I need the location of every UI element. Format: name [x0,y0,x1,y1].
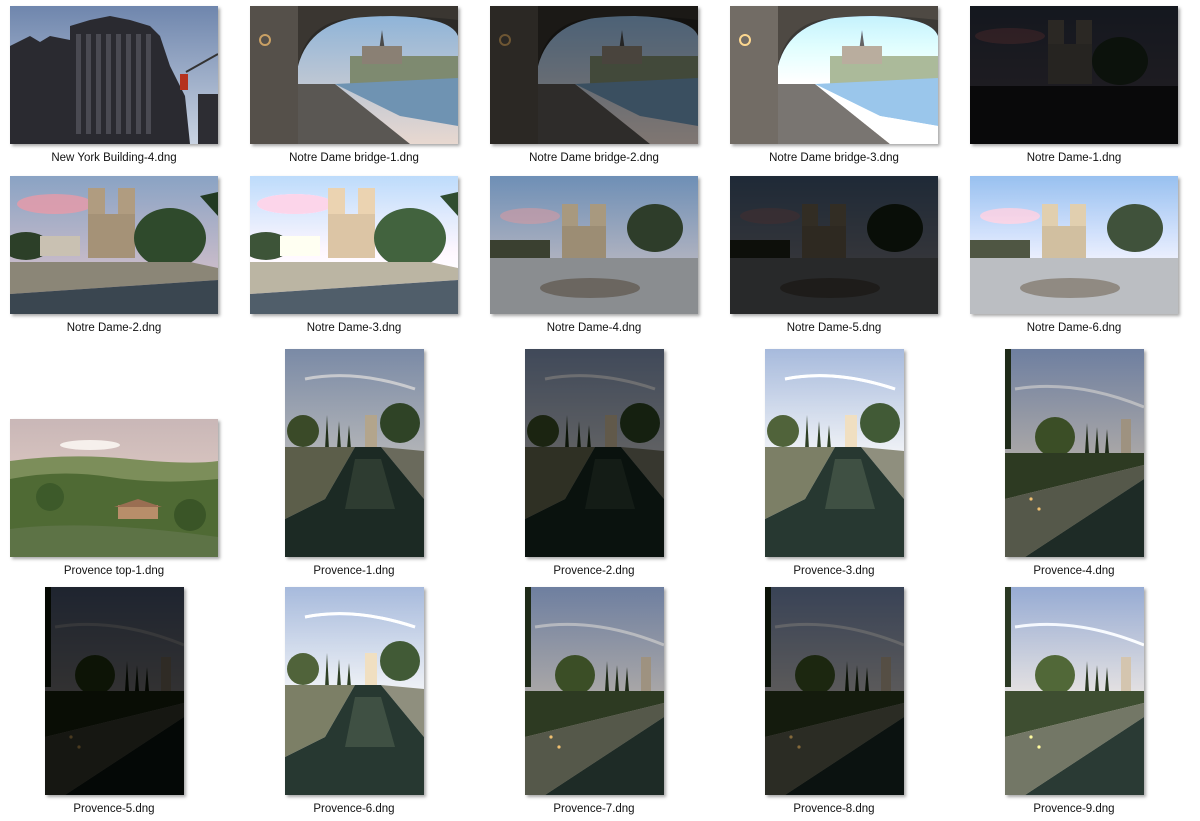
file-thumbnail[interactable] [285,349,424,557]
file-name-label: Notre Dame-2.dng [66,322,162,334]
file-thumbnail[interactable] [525,587,664,795]
file-name-label: Provence-7.dng [553,803,635,815]
file-name-label: Notre Dame-4.dng [546,322,642,334]
file-thumbnail[interactable] [10,176,218,314]
file-name-label: Notre Dame-3.dng [306,322,402,334]
file-name-label: Provence top-1.dng [63,565,165,577]
file-thumbnail[interactable] [490,176,698,314]
file-name-label: Provence-9.dng [1033,803,1115,815]
file-name-label: Notre Dame-6.dng [1026,322,1122,334]
file-thumbnail[interactable] [250,6,458,144]
file-name-label: Provence-8.dng [793,803,875,815]
file-thumbnail[interactable] [490,6,698,144]
file-thumbnail[interactable] [730,176,938,314]
file-thumbnail[interactable] [525,349,664,557]
file-thumbnail[interactable] [1005,349,1144,557]
file-thumbnail[interactable] [250,176,458,314]
file-name-label: Notre Dame-1.dng [1026,152,1122,164]
file-thumbnail[interactable] [1005,587,1144,795]
file-thumbnail[interactable] [10,419,218,557]
file-thumbnail[interactable] [730,6,938,144]
file-name-label: Notre Dame bridge-2.dng [529,152,659,164]
file-thumbnail[interactable] [970,176,1178,314]
file-name-label: Provence-5.dng [73,803,155,815]
file-thumbnail[interactable] [765,349,904,557]
file-thumbnail[interactable] [765,587,904,795]
file-name-label: Notre Dame bridge-1.dng [289,152,419,164]
file-name-label: Notre Dame bridge-3.dng [769,152,899,164]
file-name-label: New York Building-4.dng [51,152,177,164]
file-name-label: Notre Dame-5.dng [786,322,882,334]
file-thumbnail[interactable] [970,6,1178,144]
file-name-label: Provence-6.dng [313,803,395,815]
file-name-label: Provence-4.dng [1033,565,1115,577]
file-thumbnail[interactable] [10,6,218,144]
file-thumbnail[interactable] [285,587,424,795]
file-name-label: Provence-1.dng [313,565,395,577]
file-name-label: Provence-2.dng [553,565,635,577]
file-name-label: Provence-3.dng [793,565,875,577]
file-thumbnail[interactable] [45,587,184,795]
